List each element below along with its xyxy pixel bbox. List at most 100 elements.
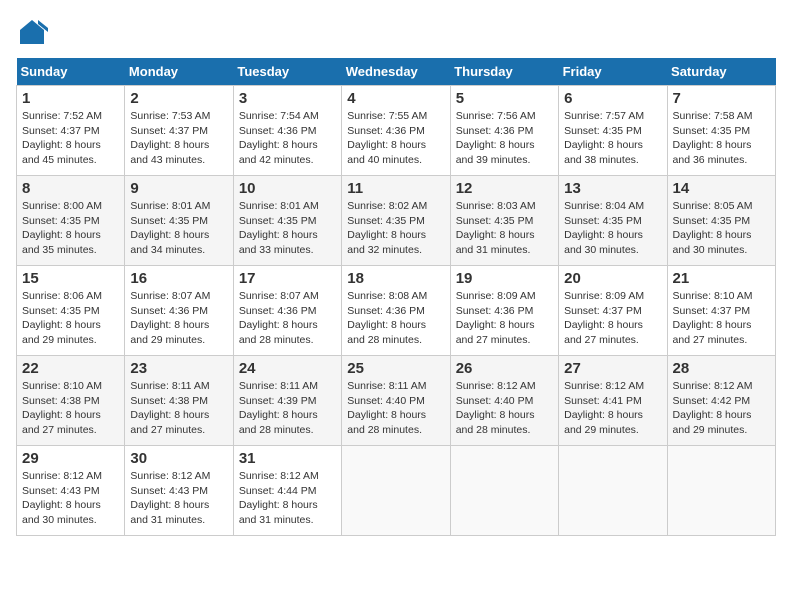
calendar-cell: 4 Sunrise: 7:55 AM Sunset: 4:36 PM Dayli… [342,86,450,176]
day-number: 30 [130,450,227,467]
day-content: Sunrise: 7:53 AM Sunset: 4:37 PM Dayligh… [130,109,227,168]
day-number: 29 [22,450,119,467]
calendar-cell: 2 Sunrise: 7:53 AM Sunset: 4:37 PM Dayli… [125,86,233,176]
day-content: Sunrise: 8:11 AM Sunset: 4:40 PM Dayligh… [347,379,444,438]
day-number: 1 [22,90,119,107]
calendar-cell: 22 Sunrise: 8:10 AM Sunset: 4:38 PM Dayl… [17,356,125,446]
calendar-cell: 23 Sunrise: 8:11 AM Sunset: 4:38 PM Dayl… [125,356,233,446]
day-number: 26 [456,360,553,377]
calendar-cell: 16 Sunrise: 8:07 AM Sunset: 4:36 PM Dayl… [125,266,233,356]
calendar-cell: 27 Sunrise: 8:12 AM Sunset: 4:41 PM Dayl… [559,356,667,446]
day-content: Sunrise: 8:12 AM Sunset: 4:41 PM Dayligh… [564,379,661,438]
day-content: Sunrise: 8:09 AM Sunset: 4:37 PM Dayligh… [564,289,661,348]
day-number: 16 [130,270,227,287]
day-content: Sunrise: 8:12 AM Sunset: 4:42 PM Dayligh… [673,379,770,438]
calendar-cell: 6 Sunrise: 7:57 AM Sunset: 4:35 PM Dayli… [559,86,667,176]
day-number: 8 [22,180,119,197]
day-content: Sunrise: 8:09 AM Sunset: 4:36 PM Dayligh… [456,289,553,348]
calendar-cell: 25 Sunrise: 8:11 AM Sunset: 4:40 PM Dayl… [342,356,450,446]
col-header-monday: Monday [125,58,233,86]
calendar-cell [342,446,450,536]
week-row-5: 29 Sunrise: 8:12 AM Sunset: 4:43 PM Dayl… [17,446,776,536]
day-number: 10 [239,180,336,197]
col-header-tuesday: Tuesday [233,58,341,86]
calendar-cell [450,446,558,536]
header [16,16,776,48]
calendar-cell: 19 Sunrise: 8:09 AM Sunset: 4:36 PM Dayl… [450,266,558,356]
calendar-cell: 21 Sunrise: 8:10 AM Sunset: 4:37 PM Dayl… [667,266,775,356]
calendar-cell: 7 Sunrise: 7:58 AM Sunset: 4:35 PM Dayli… [667,86,775,176]
day-number: 7 [673,90,770,107]
week-row-3: 15 Sunrise: 8:06 AM Sunset: 4:35 PM Dayl… [17,266,776,356]
calendar-cell: 5 Sunrise: 7:56 AM Sunset: 4:36 PM Dayli… [450,86,558,176]
calendar-cell: 1 Sunrise: 7:52 AM Sunset: 4:37 PM Dayli… [17,86,125,176]
col-header-wednesday: Wednesday [342,58,450,86]
day-number: 2 [130,90,227,107]
day-content: Sunrise: 7:55 AM Sunset: 4:36 PM Dayligh… [347,109,444,168]
day-number: 24 [239,360,336,377]
day-content: Sunrise: 8:07 AM Sunset: 4:36 PM Dayligh… [130,289,227,348]
logo-icon [16,16,48,48]
col-header-thursday: Thursday [450,58,558,86]
day-number: 9 [130,180,227,197]
day-content: Sunrise: 8:01 AM Sunset: 4:35 PM Dayligh… [239,199,336,258]
calendar-cell: 15 Sunrise: 8:06 AM Sunset: 4:35 PM Dayl… [17,266,125,356]
calendar-cell: 13 Sunrise: 8:04 AM Sunset: 4:35 PM Dayl… [559,176,667,266]
day-content: Sunrise: 8:12 AM Sunset: 4:43 PM Dayligh… [22,469,119,528]
calendar-cell: 24 Sunrise: 8:11 AM Sunset: 4:39 PM Dayl… [233,356,341,446]
day-content: Sunrise: 7:54 AM Sunset: 4:36 PM Dayligh… [239,109,336,168]
day-number: 28 [673,360,770,377]
calendar-cell: 17 Sunrise: 8:07 AM Sunset: 4:36 PM Dayl… [233,266,341,356]
day-number: 6 [564,90,661,107]
day-content: Sunrise: 8:11 AM Sunset: 4:38 PM Dayligh… [130,379,227,438]
day-number: 19 [456,270,553,287]
calendar-cell: 11 Sunrise: 8:02 AM Sunset: 4:35 PM Dayl… [342,176,450,266]
calendar-cell [559,446,667,536]
day-number: 4 [347,90,444,107]
day-content: Sunrise: 7:56 AM Sunset: 4:36 PM Dayligh… [456,109,553,168]
day-number: 22 [22,360,119,377]
day-content: Sunrise: 7:58 AM Sunset: 4:35 PM Dayligh… [673,109,770,168]
day-content: Sunrise: 8:11 AM Sunset: 4:39 PM Dayligh… [239,379,336,438]
day-number: 12 [456,180,553,197]
calendar-table: SundayMondayTuesdayWednesdayThursdayFrid… [16,58,776,536]
day-content: Sunrise: 8:01 AM Sunset: 4:35 PM Dayligh… [130,199,227,258]
day-number: 21 [673,270,770,287]
calendar-cell: 8 Sunrise: 8:00 AM Sunset: 4:35 PM Dayli… [17,176,125,266]
day-content: Sunrise: 8:05 AM Sunset: 4:35 PM Dayligh… [673,199,770,258]
week-row-2: 8 Sunrise: 8:00 AM Sunset: 4:35 PM Dayli… [17,176,776,266]
calendar-cell: 20 Sunrise: 8:09 AM Sunset: 4:37 PM Dayl… [559,266,667,356]
calendar-cell [667,446,775,536]
day-content: Sunrise: 8:12 AM Sunset: 4:40 PM Dayligh… [456,379,553,438]
calendar-cell: 9 Sunrise: 8:01 AM Sunset: 4:35 PM Dayli… [125,176,233,266]
day-content: Sunrise: 8:12 AM Sunset: 4:43 PM Dayligh… [130,469,227,528]
col-header-friday: Friday [559,58,667,86]
day-number: 15 [22,270,119,287]
day-content: Sunrise: 8:12 AM Sunset: 4:44 PM Dayligh… [239,469,336,528]
calendar-cell: 31 Sunrise: 8:12 AM Sunset: 4:44 PM Dayl… [233,446,341,536]
day-number: 18 [347,270,444,287]
header-row: SundayMondayTuesdayWednesdayThursdayFrid… [17,58,776,86]
col-header-sunday: Sunday [17,58,125,86]
day-content: Sunrise: 8:00 AM Sunset: 4:35 PM Dayligh… [22,199,119,258]
calendar-cell: 26 Sunrise: 8:12 AM Sunset: 4:40 PM Dayl… [450,356,558,446]
day-content: Sunrise: 8:03 AM Sunset: 4:35 PM Dayligh… [456,199,553,258]
col-header-saturday: Saturday [667,58,775,86]
day-content: Sunrise: 8:02 AM Sunset: 4:35 PM Dayligh… [347,199,444,258]
calendar-cell: 18 Sunrise: 8:08 AM Sunset: 4:36 PM Dayl… [342,266,450,356]
day-content: Sunrise: 8:08 AM Sunset: 4:36 PM Dayligh… [347,289,444,348]
day-number: 14 [673,180,770,197]
day-number: 11 [347,180,444,197]
day-content: Sunrise: 8:10 AM Sunset: 4:38 PM Dayligh… [22,379,119,438]
day-content: Sunrise: 8:10 AM Sunset: 4:37 PM Dayligh… [673,289,770,348]
calendar-cell: 30 Sunrise: 8:12 AM Sunset: 4:43 PM Dayl… [125,446,233,536]
calendar-cell: 3 Sunrise: 7:54 AM Sunset: 4:36 PM Dayli… [233,86,341,176]
calendar-cell: 12 Sunrise: 8:03 AM Sunset: 4:35 PM Dayl… [450,176,558,266]
day-number: 31 [239,450,336,467]
calendar-cell: 29 Sunrise: 8:12 AM Sunset: 4:43 PM Dayl… [17,446,125,536]
day-content: Sunrise: 7:57 AM Sunset: 4:35 PM Dayligh… [564,109,661,168]
calendar-cell: 14 Sunrise: 8:05 AM Sunset: 4:35 PM Dayl… [667,176,775,266]
day-number: 23 [130,360,227,377]
day-content: Sunrise: 8:07 AM Sunset: 4:36 PM Dayligh… [239,289,336,348]
calendar-cell: 10 Sunrise: 8:01 AM Sunset: 4:35 PM Dayl… [233,176,341,266]
